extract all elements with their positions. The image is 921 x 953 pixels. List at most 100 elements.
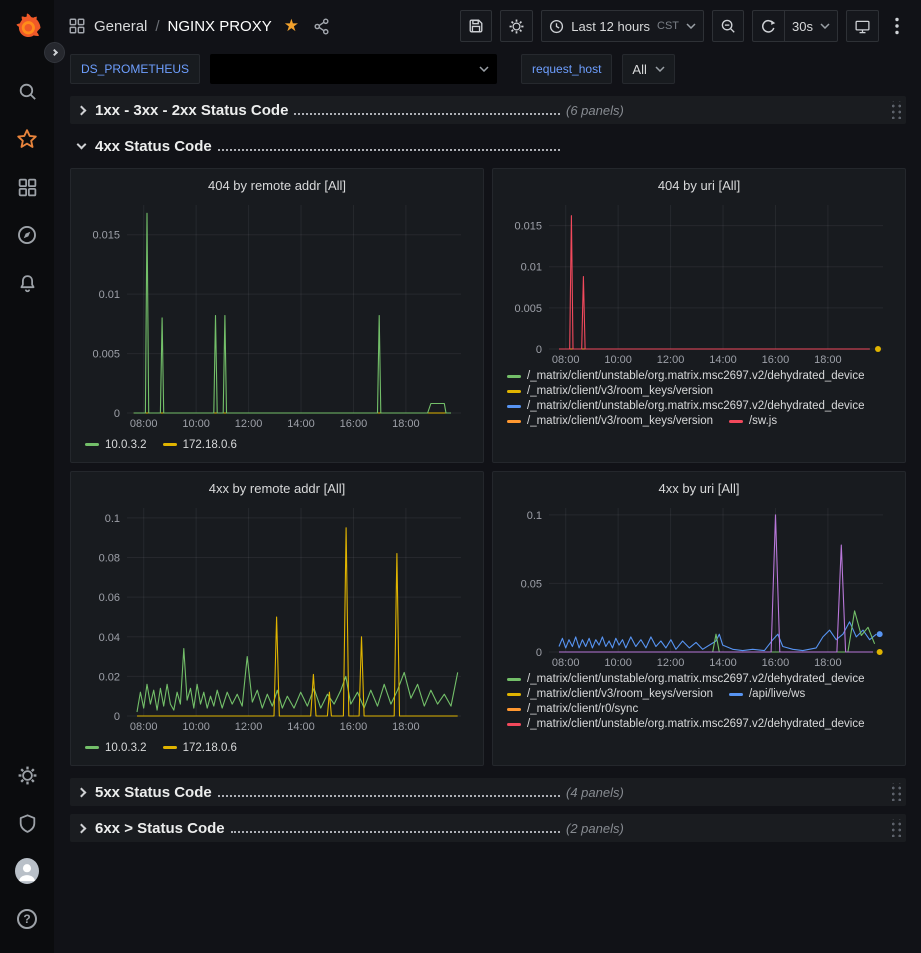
svg-text:0.01: 0.01 (521, 262, 542, 274)
favorite-star-icon[interactable]: ★ (284, 16, 299, 36)
grafana-logo-icon[interactable] (9, 9, 45, 45)
chevron-down-icon (479, 66, 489, 72)
help-icon[interactable]: ? (15, 907, 39, 931)
request-host-value: All (632, 62, 646, 77)
dashboard-settings-button[interactable] (500, 10, 533, 42)
share-icon[interactable] (313, 18, 330, 35)
panel-legend: /_matrix/client/unstable/org.matrix.msc2… (503, 670, 895, 758)
dashboard-title[interactable]: NGINX PROXY (168, 18, 272, 35)
row-drag-handle-icon[interactable] (889, 101, 902, 119)
alerting-bell-icon[interactable] (15, 271, 39, 295)
zoom-out-button[interactable] (712, 10, 744, 42)
svg-text:16:00: 16:00 (340, 418, 368, 430)
variables-bar: DS_PROMETHEUS request_host All (54, 52, 921, 92)
chart-canvas[interactable]: 08:0010:0012:0014:0016:0018:0000.020.040… (81, 500, 473, 734)
legend-swatch (163, 443, 177, 446)
svg-text:10:00: 10:00 (604, 354, 632, 366)
sidebar-expand-button[interactable] (44, 42, 65, 63)
user-avatar[interactable] (15, 859, 39, 883)
legend-label: /_matrix/client/v3/room_keys/version (527, 688, 713, 700)
legend-item[interactable]: /_matrix/client/v3/room_keys/version (507, 688, 713, 700)
legend-label: /api/live/ws (749, 688, 805, 700)
legend-item[interactable]: /_matrix/client/r0/sync (507, 703, 638, 715)
refresh-interval-value: 30s (792, 19, 813, 34)
svg-text:0.06: 0.06 (99, 592, 120, 604)
breadcrumb-section[interactable]: General (94, 18, 147, 35)
host-variable-select[interactable] (210, 54, 497, 84)
time-range-picker[interactable]: Last 12 hours CST (541, 10, 704, 42)
legend-swatch (163, 746, 177, 749)
refresh-interval-select[interactable]: 30s (784, 10, 838, 42)
request-host-label[interactable]: request_host (521, 54, 612, 84)
chart-canvas[interactable]: 08:0010:0012:0014:0016:0018:0000.0050.01… (503, 197, 895, 367)
sidebar-bottom-menu: ? (15, 751, 39, 943)
svg-text:0.015: 0.015 (92, 230, 120, 242)
topbar-actions: Last 12 hours CST 30s (460, 10, 907, 42)
svg-text:0.005: 0.005 (92, 349, 120, 361)
apps-grid-icon[interactable] (68, 17, 86, 35)
svg-text:10:00: 10:00 (182, 721, 210, 733)
legend-item[interactable]: /_matrix/client/unstable/org.matrix.msc2… (507, 370, 865, 382)
svg-text:12:00: 12:00 (657, 657, 685, 669)
refresh-button[interactable] (752, 10, 784, 42)
svg-text:0.1: 0.1 (527, 510, 542, 522)
svg-text:16:00: 16:00 (762, 657, 790, 669)
chart-canvas[interactable]: 08:0010:0012:0014:0016:0018:0000.050.1 (503, 500, 895, 670)
dashboard-content: 1xx - 3xx - 2xx Status Code (6 panels) 4… (54, 92, 921, 953)
main-area: General / NGINX PROXY ★ Last 12 hours CS… (54, 0, 921, 953)
legend-label: 172.18.0.6 (183, 439, 237, 451)
dashboards-icon[interactable] (15, 175, 39, 199)
chevron-right-icon (51, 49, 58, 56)
svg-text:0.005: 0.005 (514, 303, 542, 315)
kebab-menu-icon[interactable] (887, 10, 907, 42)
breadcrumb: General / NGINX PROXY ★ (68, 16, 330, 36)
legend-item[interactable]: /_matrix/client/v3/room_keys/version (507, 415, 713, 427)
legend-item[interactable]: 172.18.0.6 (163, 737, 237, 758)
legend-item[interactable]: /_matrix/client/unstable/org.matrix.msc2… (507, 673, 865, 685)
server-admin-shield-icon[interactable] (15, 811, 39, 835)
datasource-variable-label[interactable]: DS_PROMETHEUS (70, 54, 200, 84)
legend-item[interactable]: 172.18.0.6 (163, 434, 237, 455)
legend-swatch (507, 390, 521, 393)
breadcrumb-separator: / (155, 18, 159, 35)
legend-item[interactable]: /_matrix/client/unstable/org.matrix.msc2… (507, 718, 865, 730)
legend-label: 10.0.3.2 (105, 439, 147, 451)
save-dashboard-button[interactable] (460, 10, 492, 42)
legend-item[interactable]: /_matrix/client/unstable/org.matrix.msc2… (507, 400, 865, 412)
panel-title[interactable]: 404 by remote addr [All] (81, 174, 473, 197)
legend-item[interactable]: 10.0.3.2 (85, 737, 147, 758)
legend-item[interactable]: /sw.js (729, 415, 777, 427)
panel-title[interactable]: 4xx by uri [All] (503, 477, 895, 500)
legend-item[interactable]: /_matrix/client/v3/room_keys/version (507, 385, 713, 397)
row-6xx[interactable]: 6xx > Status Code (2 panels) (70, 814, 906, 842)
row-1xx-3xx-2xx[interactable]: 1xx - 3xx - 2xx Status Code (6 panels) (70, 96, 906, 124)
grafana-app: ? General / NGINX PROXY ★ (0, 0, 921, 953)
svg-text:08:00: 08:00 (552, 354, 580, 366)
legend-item[interactable]: 10.0.3.2 (85, 434, 147, 455)
row-drag-handle-icon[interactable] (889, 819, 902, 837)
panel-title[interactable]: 404 by uri [All] (503, 174, 895, 197)
search-icon[interactable] (15, 79, 39, 103)
row-5xx[interactable]: 5xx Status Code (4 panels) (70, 778, 906, 806)
svg-text:18:00: 18:00 (392, 418, 420, 430)
configuration-gear-icon[interactable] (15, 763, 39, 787)
chevron-down-icon (820, 23, 830, 29)
sidebar-top-menu (15, 67, 39, 307)
row-panel-count: (6 panels) (566, 103, 624, 118)
starred-dashboards-icon[interactable] (15, 127, 39, 151)
row-leader-dots (231, 831, 560, 833)
row-panel-count: (2 panels) (566, 821, 624, 836)
svg-text:14:00: 14:00 (709, 354, 737, 366)
legend-item[interactable]: /api/live/ws (729, 688, 805, 700)
row-title: 6xx > Status Code (95, 820, 225, 837)
legend-label: /_matrix/client/v3/room_keys/version (527, 415, 713, 427)
row-drag-handle-icon[interactable] (889, 783, 902, 801)
row-4xx[interactable]: 4xx Status Code (70, 132, 906, 160)
svg-text:0.05: 0.05 (521, 578, 542, 590)
chart-canvas[interactable]: 08:0010:0012:0014:0016:0018:0000.0050.01… (81, 197, 473, 431)
request-host-select[interactable]: All (622, 54, 674, 84)
explore-compass-icon[interactable] (15, 223, 39, 247)
svg-text:0.015: 0.015 (514, 221, 542, 233)
tv-mode-button[interactable] (846, 10, 879, 42)
panel-title[interactable]: 4xx by remote addr [All] (81, 477, 473, 500)
